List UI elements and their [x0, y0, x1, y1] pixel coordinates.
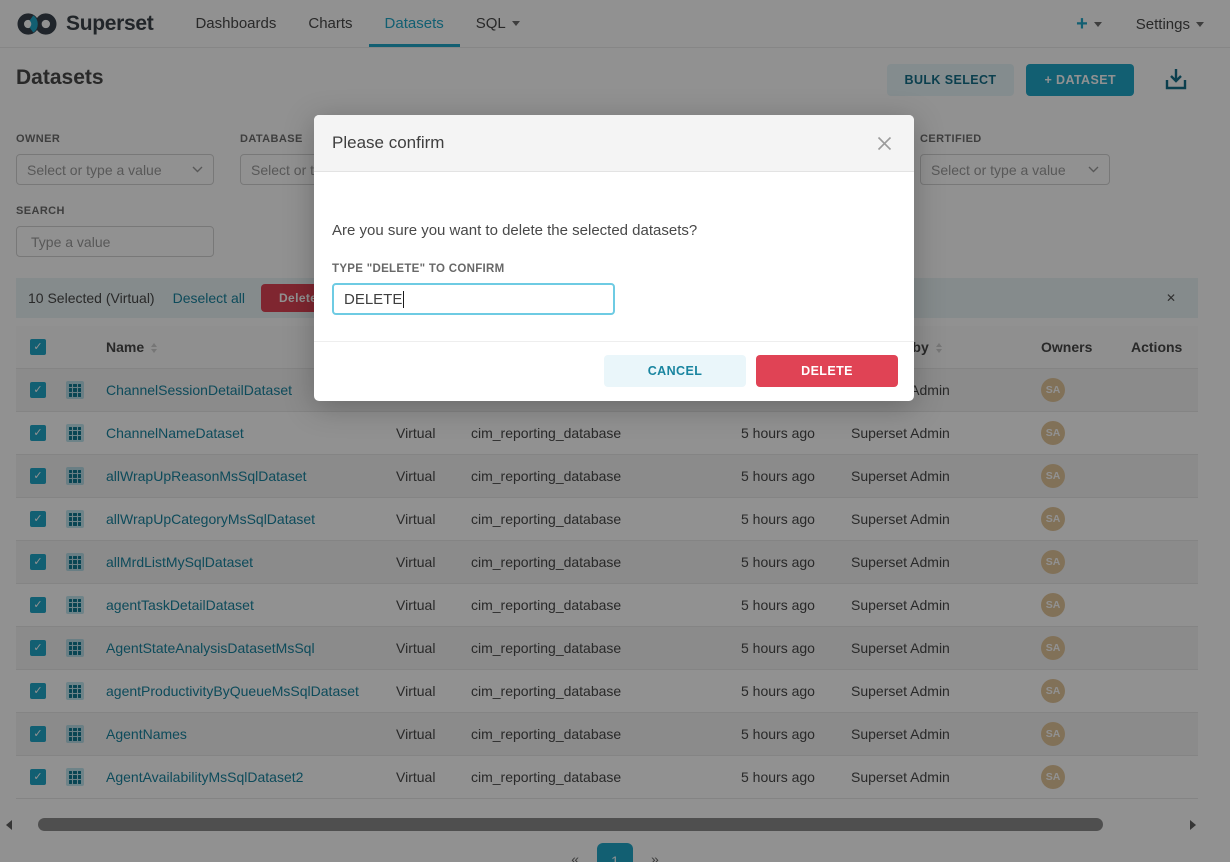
close-icon: [877, 136, 892, 151]
modal-close-button[interactable]: [873, 132, 896, 155]
modal-title: Please confirm: [332, 133, 444, 153]
confirm-message: Are you sure you want to delete the sele…: [332, 222, 896, 239]
modal-footer: CANCEL DELETE: [314, 341, 914, 401]
modal-body: Are you sure you want to delete the sele…: [314, 222, 914, 315]
delete-confirm-input[interactable]: DELETE: [332, 283, 615, 315]
cancel-button[interactable]: CANCEL: [604, 355, 746, 387]
modal-header: Please confirm: [314, 115, 914, 172]
confirm-delete-modal: Please confirm Are you sure you want to …: [314, 115, 914, 401]
confirm-type-label: TYPE "DELETE" TO CONFIRM: [332, 263, 896, 275]
input-value: DELETE: [344, 291, 402, 308]
text-cursor: [403, 291, 404, 308]
delete-button[interactable]: DELETE: [756, 355, 898, 387]
